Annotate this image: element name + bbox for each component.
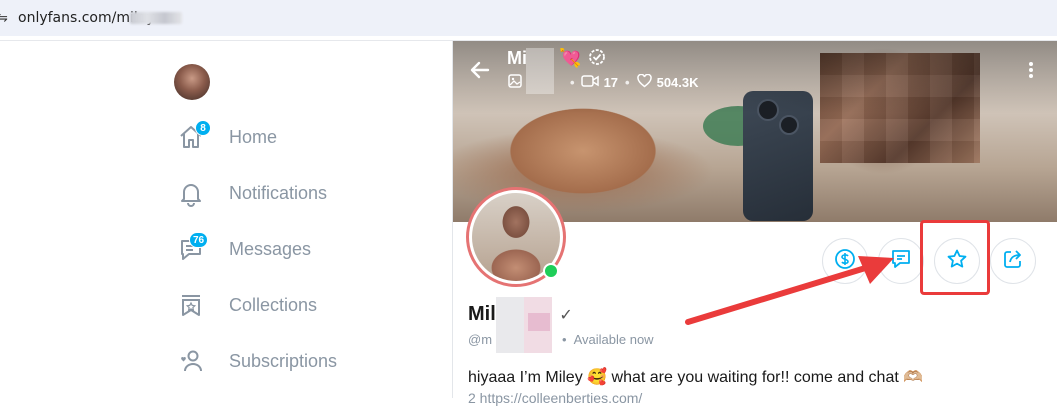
browser-url-bar[interactable]: ⇋ onlyfans.com/miley: [0, 0, 1057, 36]
user-heart-icon: [175, 345, 207, 377]
back-arrow-icon[interactable]: [468, 58, 492, 82]
cover-title: Mi 💘: [507, 48, 606, 71]
annotation-highlight-box: [920, 220, 990, 295]
like-count: 504.3K: [656, 75, 699, 90]
cover-emoji: 💘: [559, 48, 582, 68]
photo-icon: [508, 74, 522, 91]
video-icon: [580, 74, 599, 91]
profile-link[interactable]: 2 https://colleenberties.com/: [468, 390, 642, 406]
messages-badge: 76: [189, 232, 209, 248]
home-badge: 8: [195, 120, 211, 136]
stats-separator: •: [625, 75, 630, 90]
sidebar-item-label: Home: [229, 126, 278, 147]
name-redaction: [528, 313, 550, 331]
annotation-arrow: [685, 256, 894, 325]
sidebar-item-collections[interactable]: Collections: [175, 289, 435, 321]
profile-name-text: Mil: [468, 303, 496, 325]
url-redaction: [130, 12, 182, 24]
online-status-dot: [543, 263, 559, 279]
stats-separator: •: [570, 75, 575, 90]
video-count: 17: [603, 75, 619, 90]
heart-icon: [636, 73, 652, 91]
bell-icon: [175, 177, 207, 209]
sidebar-item-label: Notifications: [229, 182, 328, 203]
sidebar-item-label: Collections: [229, 294, 318, 315]
more-options-icon[interactable]: [1024, 60, 1038, 80]
user-avatar[interactable]: [174, 64, 210, 100]
profile-bio: hiyaaa I’m Miley 🥰 what are you waiting …: [468, 369, 924, 386]
handle-line: @m • Available now: [468, 332, 654, 347]
sidebar-item-notifications[interactable]: Notifications: [175, 177, 435, 209]
sidebar-item-label: Subscriptions: [229, 350, 338, 371]
home-icon: 8: [175, 120, 211, 153]
handle-separator: •: [562, 332, 567, 347]
cover-stats: • 17 • 504.3K: [508, 73, 699, 91]
sidebar-item-messages[interactable]: 76 Messages: [175, 232, 435, 265]
share-button[interactable]: [990, 238, 1036, 284]
verified-icon: [588, 48, 606, 71]
share-icon: [1002, 248, 1024, 275]
message-icon: 76: [175, 232, 209, 265]
site-info-icon[interactable]: ⇋: [0, 10, 8, 26]
sidebar-item-subscriptions[interactable]: Subscriptions: [175, 345, 435, 377]
verified-icon: ✓: [559, 307, 573, 324]
profile-handle: @m: [468, 332, 493, 347]
sidebar-item-home[interactable]: 8 Home: [175, 120, 435, 153]
collections-icon: [175, 289, 207, 321]
sidebar-item-label: Messages: [229, 238, 312, 259]
cover-name: Mi: [507, 48, 527, 68]
availability-status: Available now: [573, 332, 654, 347]
